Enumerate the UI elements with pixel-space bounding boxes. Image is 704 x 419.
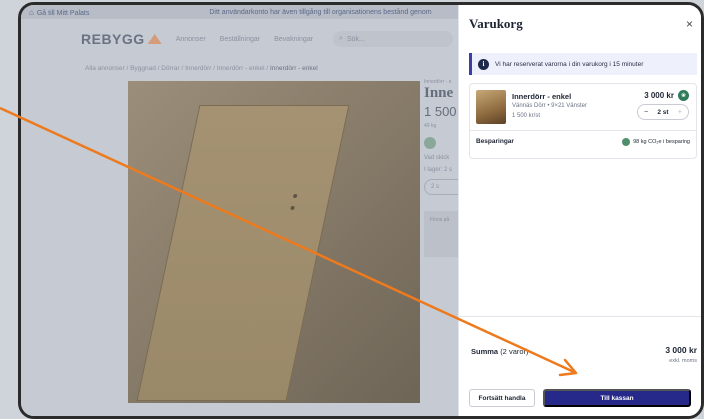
- door-image: [136, 105, 350, 401]
- continue-shopping-button[interactable]: Fortsätt handla: [469, 389, 535, 407]
- savings-label: Besparingar: [476, 138, 514, 145]
- product-photo[interactable]: [128, 81, 420, 403]
- item-unit-price: 1 500 kr/st: [512, 113, 541, 119]
- co2-icon: [622, 138, 631, 146]
- close-icon[interactable]: ×: [686, 17, 693, 31]
- cart-footer: Summa (2 varor) 3 000 kr exkl. moms Fort…: [459, 316, 701, 416]
- sum-note: exkl. moms: [669, 358, 697, 364]
- breadcrumb-current: Innerdörr - enkel: [269, 65, 318, 72]
- quantity-value: 2 st: [657, 108, 669, 116]
- search-icon: ⌕: [339, 35, 343, 42]
- item-name[interactable]: Innerdörr - enkel: [512, 92, 571, 101]
- browser-frame: ⌂ Gå till Mitt Palats Ditt användarkonto …: [18, 2, 704, 419]
- divider: [470, 130, 696, 131]
- logo-mark-icon: [147, 34, 162, 44]
- eco-badge-icon: [424, 137, 436, 149]
- breadcrumb: Alla annonser / Byggnad / Dörrar / Inner…: [85, 65, 318, 72]
- cart-drawer: Varukorg × i Vi har reserverat varorna i…: [458, 5, 701, 416]
- savings-value: 98 kg CO₂e i besparing: [622, 138, 690, 146]
- quantity-stepper[interactable]: − 2 st +: [637, 104, 689, 120]
- item-thumbnail[interactable]: [476, 90, 506, 124]
- minus-button[interactable]: −: [644, 109, 648, 116]
- drawer-header: Varukorg ×: [459, 5, 701, 43]
- back-link[interactable]: ⌂ Gå till Mitt Palats: [29, 8, 89, 17]
- checkout-button[interactable]: Till kassan: [543, 389, 691, 407]
- info-icon: i: [478, 58, 489, 70]
- sum-count: (2 varor): [500, 347, 529, 356]
- nav-link-bevakningar[interactable]: Bevakningar: [274, 36, 313, 43]
- nav-link-bestallningar[interactable]: Beställningar: [220, 36, 260, 43]
- leaf-icon: ❀: [678, 90, 689, 101]
- nav-link-annonser[interactable]: Annonser: [176, 36, 206, 43]
- cart-item: Innerdörr - enkel Vännäs Dörr • 9×21 Vän…: [469, 83, 697, 159]
- item-price: 3 000 kr: [644, 91, 674, 100]
- sum-value: 3 000 kr: [665, 345, 697, 355]
- item-subtitle: Vännäs Dörr • 9×21 Vänster: [512, 103, 587, 109]
- search-input[interactable]: ⌕ Sök...: [333, 31, 454, 47]
- door-knob: [290, 206, 295, 210]
- door-knob: [292, 194, 298, 198]
- reservation-notice-text: Vi har reserverat varorna i din varukorg…: [495, 60, 644, 68]
- sum-label: Summa (2 varor): [471, 347, 529, 356]
- org-notice: Ditt användarkonto har även tillgång til…: [209, 8, 432, 16]
- home-icon: ⌂: [29, 7, 34, 17]
- reservation-notice: i Vi har reserverat varorna i din varuko…: [469, 53, 697, 75]
- logo[interactable]: REBYGG: [81, 31, 162, 47]
- plus-button[interactable]: +: [678, 109, 682, 116]
- drawer-title: Varukorg: [469, 16, 523, 31]
